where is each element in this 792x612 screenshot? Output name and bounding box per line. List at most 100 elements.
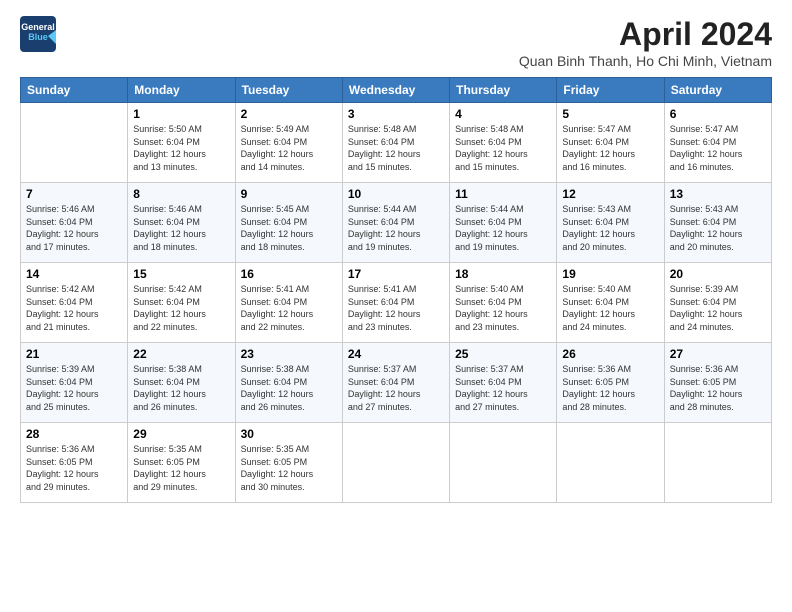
day-info: Sunrise: 5:39 AM Sunset: 6:04 PM Dayligh…: [670, 283, 766, 333]
day-number: 29: [133, 427, 229, 441]
day-number: 2: [241, 107, 337, 121]
calendar-header-row: SundayMondayTuesdayWednesdayThursdayFrid…: [21, 78, 772, 103]
calendar-cell: 25 Sunrise: 5:37 AM Sunset: 6:04 PM Dayli…: [450, 343, 557, 423]
day-number: 6: [670, 107, 766, 121]
day-info: Sunrise: 5:49 AM Sunset: 6:04 PM Dayligh…: [241, 123, 337, 173]
day-info: Sunrise: 5:42 AM Sunset: 6:04 PM Dayligh…: [26, 283, 122, 333]
col-header-saturday: Saturday: [664, 78, 771, 103]
calendar-cell: 15Sunrise: 5:42 AM Sunset: 6:04 PM Dayli…: [128, 263, 235, 343]
calendar-cell: 8 Sunrise: 5:46 AM Sunset: 6:04 PM Daylig…: [128, 183, 235, 263]
day-info: Sunrise: 5:50 AM Sunset: 6:04 PM Dayligh…: [133, 123, 229, 173]
day-info: Sunrise: 5:35 AM Sunset: 6:05 PM Dayligh…: [133, 443, 229, 493]
day-info: Sunrise: 5:48 AM Sunset: 6:04 PM Dayligh…: [348, 123, 444, 173]
calendar-week-3: 14 Sunrise: 5:42 AM Sunset: 6:04 PM Dayli…: [21, 263, 772, 343]
day-info: Sunrise: 5:43 AM Sunset: 6:04 PM Dayligh…: [670, 203, 766, 253]
calendar-cell: 16 Sunrise: 5:41 AM Sunset: 6:04 PM Dayli…: [235, 263, 342, 343]
calendar-cell: 17Sunrise: 5:41 AM Sunset: 6:04 PM Dayli…: [342, 263, 449, 343]
calendar-cell: 20Sunrise: 5:39 AM Sunset: 6:04 PM Dayli…: [664, 263, 771, 343]
calendar-week-4: 21 Sunrise: 5:39 AM Sunset: 6:04 PM Dayli…: [21, 343, 772, 423]
calendar-cell: [21, 103, 128, 183]
calendar-cell: 18Sunrise: 5:40 AM Sunset: 6:04 PM Dayli…: [450, 263, 557, 343]
day-number: 7: [26, 187, 122, 201]
title-block: April 2024 Quan Binh Thanh, Ho Chi Minh,…: [519, 16, 772, 69]
day-info: Sunrise: 5:38 AM Sunset: 6:04 PM Dayligh…: [241, 363, 337, 413]
day-info: Sunrise: 5:37 AM Sunset: 6:04 PM Dayligh…: [455, 363, 551, 413]
calendar-cell: 5Sunrise: 5:47 AM Sunset: 6:04 PM Daylig…: [557, 103, 664, 183]
day-number: 16: [241, 267, 337, 281]
month-title: April 2024: [519, 16, 772, 53]
day-number: 19: [562, 267, 658, 281]
svg-text:Blue: Blue: [28, 32, 48, 42]
day-number: 22: [133, 347, 229, 361]
day-info: Sunrise: 5:42 AM Sunset: 6:04 PM Dayligh…: [133, 283, 229, 333]
calendar-table: SundayMondayTuesdayWednesdayThursdayFrid…: [20, 77, 772, 503]
day-number: 12: [562, 187, 658, 201]
day-info: Sunrise: 5:44 AM Sunset: 6:04 PM Dayligh…: [348, 203, 444, 253]
calendar-cell: 26 Sunrise: 5:36 AM Sunset: 6:05 PM Dayli…: [557, 343, 664, 423]
logo: General Blue: [20, 16, 56, 52]
calendar-cell: 24 Sunrise: 5:37 AM Sunset: 6:04 PM Dayli…: [342, 343, 449, 423]
day-info: Sunrise: 5:47 AM Sunset: 6:04 PM Dayligh…: [670, 123, 766, 173]
day-number: 24: [348, 347, 444, 361]
day-number: 30: [241, 427, 337, 441]
calendar-cell: 10Sunrise: 5:44 AM Sunset: 6:04 PM Dayli…: [342, 183, 449, 263]
day-info: Sunrise: 5:41 AM Sunset: 6:04 PM Dayligh…: [241, 283, 337, 333]
day-info: Sunrise: 5:45 AM Sunset: 6:04 PM Dayligh…: [241, 203, 337, 253]
calendar-cell: 7Sunrise: 5:46 AM Sunset: 6:04 PM Daylig…: [21, 183, 128, 263]
logo-icon: General Blue: [20, 16, 56, 52]
day-number: 25: [455, 347, 551, 361]
calendar-cell: 13 Sunrise: 5:43 AM Sunset: 6:04 PM Dayli…: [664, 183, 771, 263]
calendar-cell: 12 Sunrise: 5:43 AM Sunset: 6:04 PM Dayli…: [557, 183, 664, 263]
calendar-cell: 6 Sunrise: 5:47 AM Sunset: 6:04 PM Daylig…: [664, 103, 771, 183]
calendar-cell: 29 Sunrise: 5:35 AM Sunset: 6:05 PM Dayli…: [128, 423, 235, 503]
day-info: Sunrise: 5:39 AM Sunset: 6:04 PM Dayligh…: [26, 363, 122, 413]
svg-text:General: General: [21, 22, 55, 32]
day-info: Sunrise: 5:36 AM Sunset: 6:05 PM Dayligh…: [26, 443, 122, 493]
col-header-tuesday: Tuesday: [235, 78, 342, 103]
calendar-cell: 11 Sunrise: 5:44 AM Sunset: 6:04 PM Dayli…: [450, 183, 557, 263]
page: General Blue April 2024 Quan Binh Thanh,…: [0, 0, 792, 612]
calendar-cell: 14 Sunrise: 5:42 AM Sunset: 6:04 PM Dayli…: [21, 263, 128, 343]
day-info: Sunrise: 5:40 AM Sunset: 6:04 PM Dayligh…: [455, 283, 551, 333]
day-number: 13: [670, 187, 766, 201]
day-info: Sunrise: 5:47 AM Sunset: 6:04 PM Dayligh…: [562, 123, 658, 173]
calendar-cell: 23Sunrise: 5:38 AM Sunset: 6:04 PM Dayli…: [235, 343, 342, 423]
calendar-cell: [664, 423, 771, 503]
day-info: Sunrise: 5:38 AM Sunset: 6:04 PM Dayligh…: [133, 363, 229, 413]
day-info: Sunrise: 5:35 AM Sunset: 6:05 PM Dayligh…: [241, 443, 337, 493]
day-number: 11: [455, 187, 551, 201]
header: General Blue April 2024 Quan Binh Thanh,…: [20, 16, 772, 69]
calendar-cell: 28 Sunrise: 5:36 AM Sunset: 6:05 PM Dayli…: [21, 423, 128, 503]
day-info: Sunrise: 5:41 AM Sunset: 6:04 PM Dayligh…: [348, 283, 444, 333]
day-number: 21: [26, 347, 122, 361]
day-number: 26: [562, 347, 658, 361]
calendar-week-2: 7 Sunrise: 5:46 AM Sunset: 6:04 PM Daylig…: [21, 183, 772, 263]
day-number: 8: [133, 187, 229, 201]
day-info: Sunrise: 5:36 AM Sunset: 6:05 PM Dayligh…: [562, 363, 658, 413]
calendar-cell: 3Sunrise: 5:48 AM Sunset: 6:04 PM Daylig…: [342, 103, 449, 183]
day-info: Sunrise: 5:44 AM Sunset: 6:04 PM Dayligh…: [455, 203, 551, 253]
calendar-cell: 4Sunrise: 5:48 AM Sunset: 6:04 PM Daylig…: [450, 103, 557, 183]
day-info: Sunrise: 5:37 AM Sunset: 6:04 PM Dayligh…: [348, 363, 444, 413]
calendar-cell: [342, 423, 449, 503]
day-info: Sunrise: 5:36 AM Sunset: 6:05 PM Dayligh…: [670, 363, 766, 413]
day-number: 28: [26, 427, 122, 441]
day-number: 1: [133, 107, 229, 121]
day-info: Sunrise: 5:43 AM Sunset: 6:04 PM Dayligh…: [562, 203, 658, 253]
location: Quan Binh Thanh, Ho Chi Minh, Vietnam: [519, 53, 772, 69]
calendar-cell: 19 Sunrise: 5:40 AM Sunset: 6:04 PM Dayli…: [557, 263, 664, 343]
calendar-cell: 27Sunrise: 5:36 AM Sunset: 6:05 PM Dayli…: [664, 343, 771, 423]
calendar-cell: 30 Sunrise: 5:35 AM Sunset: 6:05 PM Dayli…: [235, 423, 342, 503]
col-header-wednesday: Wednesday: [342, 78, 449, 103]
calendar-cell: 21 Sunrise: 5:39 AM Sunset: 6:04 PM Dayli…: [21, 343, 128, 423]
day-number: 9: [241, 187, 337, 201]
col-header-thursday: Thursday: [450, 78, 557, 103]
calendar-week-5: 28 Sunrise: 5:36 AM Sunset: 6:05 PM Dayli…: [21, 423, 772, 503]
calendar-cell: [450, 423, 557, 503]
day-info: Sunrise: 5:46 AM Sunset: 6:04 PM Dayligh…: [133, 203, 229, 253]
day-number: 4: [455, 107, 551, 121]
calendar-week-1: 1 Sunrise: 5:50 AM Sunset: 6:04 PM Daylig…: [21, 103, 772, 183]
col-header-sunday: Sunday: [21, 78, 128, 103]
day-info: Sunrise: 5:40 AM Sunset: 6:04 PM Dayligh…: [562, 283, 658, 333]
day-number: 14: [26, 267, 122, 281]
